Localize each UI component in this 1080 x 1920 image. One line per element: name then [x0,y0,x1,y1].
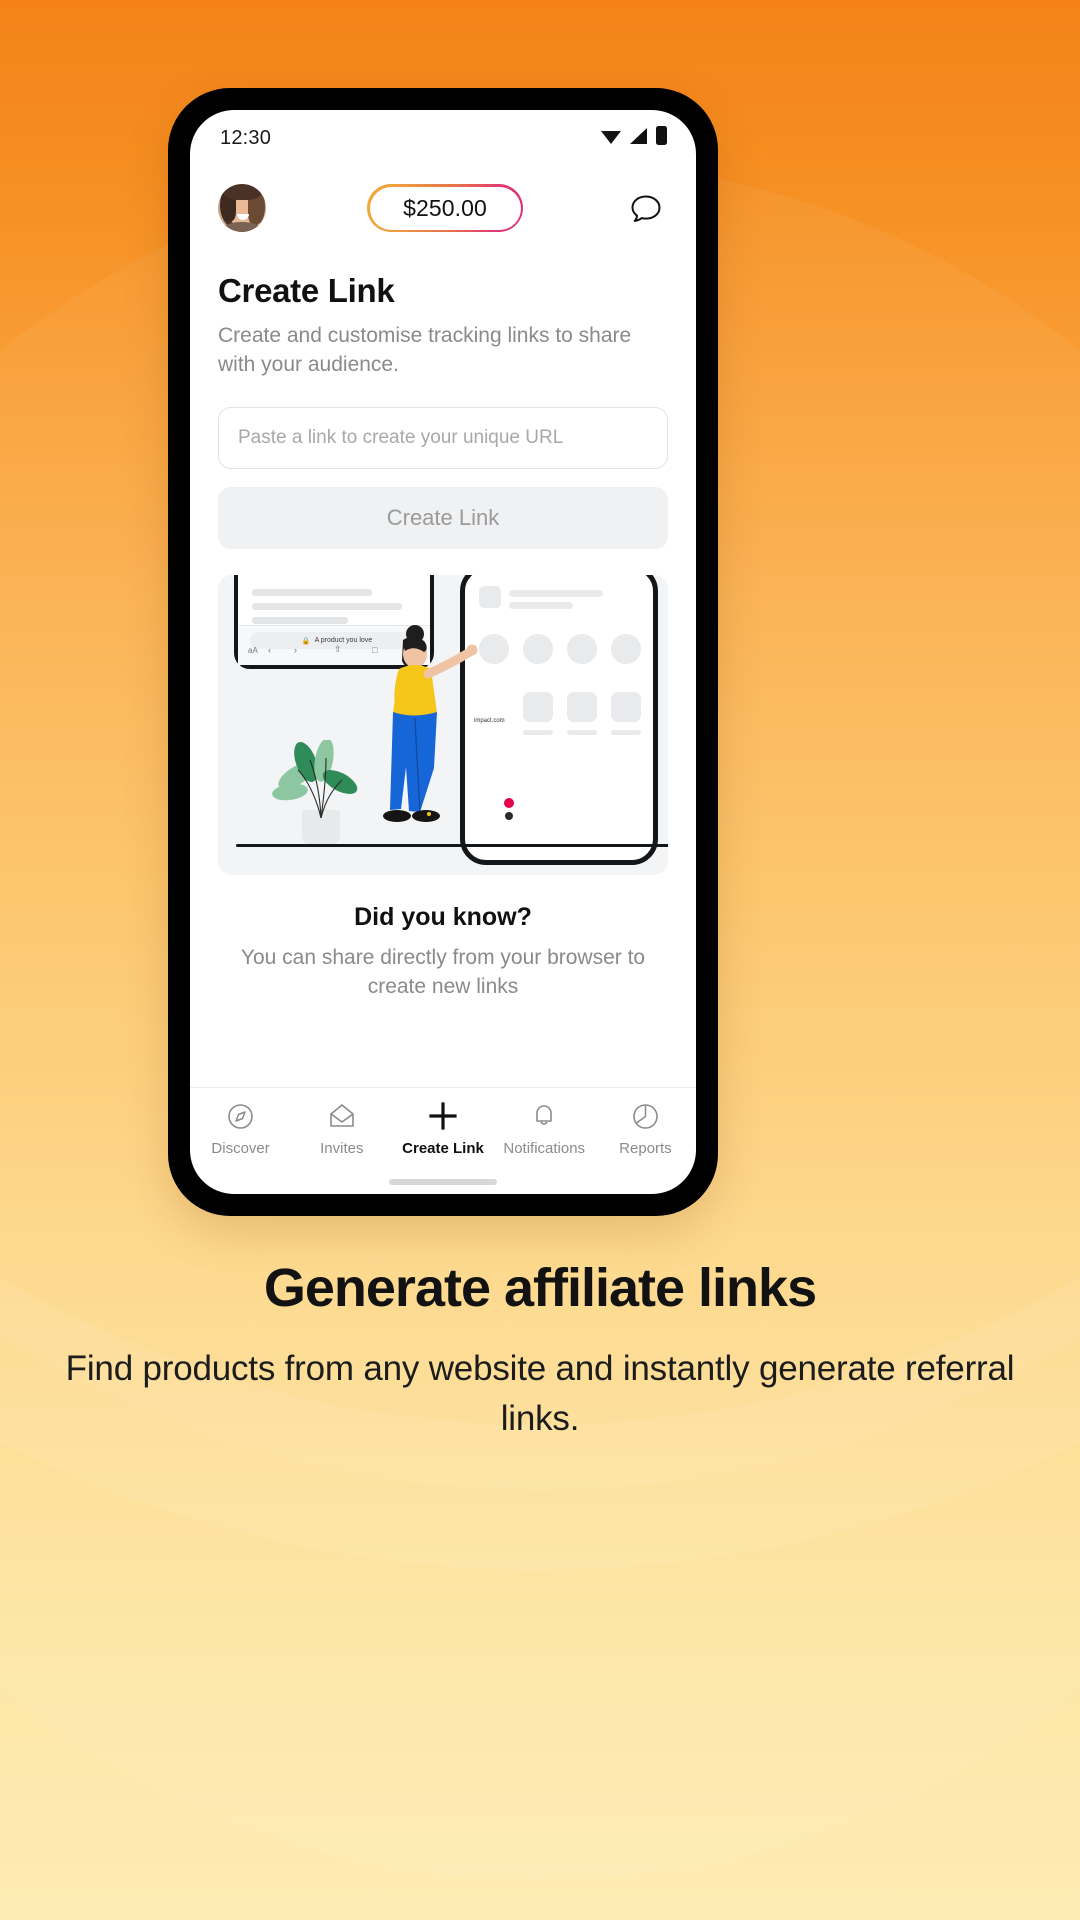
tab-label-invites: Invites [320,1140,364,1157]
tab-label-reports: Reports [619,1140,672,1157]
balance-amount: $250.00 [403,194,487,221]
tab-discover[interactable]: Discover [190,1101,291,1157]
tab-label-create-link: Create Link [402,1140,484,1157]
did-you-know-body: You can share directly from your browser… [240,946,646,999]
illustration-aa-icon: aA [248,646,258,656]
wifi-icon [600,127,622,150]
tab-label-discover: Discover [211,1140,270,1157]
caption-block: Generate affiliate links Find products f… [0,1258,1080,1444]
tab-label-notifications: Notifications [503,1140,586,1157]
tab-reports[interactable]: Reports [595,1101,696,1157]
balance-pill[interactable]: $250.00 [367,184,523,232]
tab-invites[interactable]: Invites [291,1101,392,1157]
status-icons [600,125,668,151]
url-input[interactable] [238,427,648,450]
illustration-person [358,622,478,844]
cellular-signal-icon [629,127,649,150]
phone-mockup: 12:30 $250.00 Create Link Create and cus… [168,88,718,1216]
tab-notifications[interactable]: Notifications [494,1101,595,1157]
illustration-back-icon: ‹ [268,645,271,656]
caption-headline: Generate affiliate links [263,1258,817,1318]
page-title: Create Link [218,272,395,309]
create-link-button[interactable]: Create Link [218,487,668,550]
app-header: $250.00 [190,166,696,250]
illustration-share-icon: ⇧ [334,644,342,655]
status-time: 12:30 [220,126,272,149]
profile-avatar[interactable] [218,184,266,232]
pie-chart-icon [632,1101,659,1131]
plus-icon [428,1101,458,1131]
illustration-card: 🔒 A product you love aA ↻ ‹ › ⇧ □ [218,575,668,876]
tab-create-link[interactable]: Create Link [392,1101,493,1157]
did-you-know-title: Did you know? [354,903,532,932]
envelope-icon [328,1101,356,1131]
main-content: Create Link Create and customise trackin… [190,250,696,1087]
home-indicator [389,1179,497,1185]
battery-icon [656,125,668,151]
chat-bubble-icon[interactable] [624,186,668,230]
compass-icon [227,1101,254,1131]
phone-screen: 12:30 $250.00 Create Link Create and cus… [190,110,696,1194]
url-input-wrapper[interactable] [218,407,668,470]
page-subtitle: Create and customise tracking links to s… [218,324,632,376]
bottom-tab-bar: Discover Invites Create Link Notificatio… [190,1087,696,1179]
status-bar: 12:30 [190,110,696,166]
illustration-forward-icon: › [294,645,297,656]
home-indicator-wrapper [190,1179,696,1194]
bell-icon [531,1101,557,1131]
caption-body: Find products from any website and insta… [65,1349,1015,1439]
